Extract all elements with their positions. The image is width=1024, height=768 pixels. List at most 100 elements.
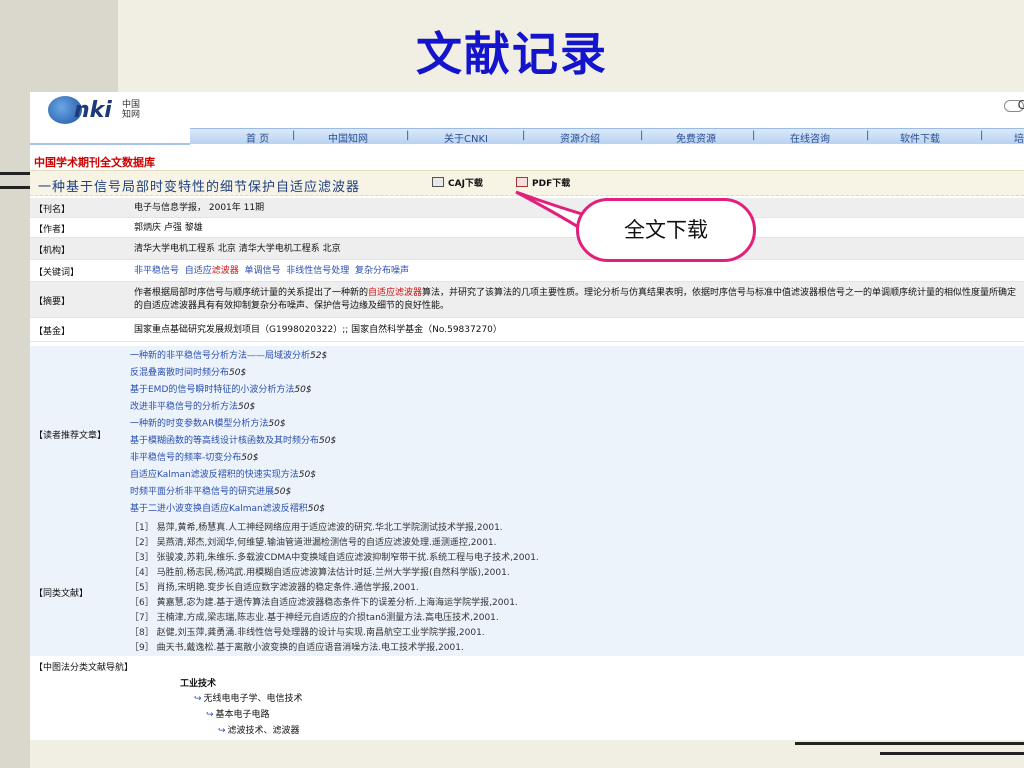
- branch-arrow-icon: ↪: [194, 694, 202, 704]
- nav-item-consult[interactable]: 在线咨询: [790, 130, 830, 145]
- fund-row: 【基金】 国家重点基础研究发展规划项目（G1998020322）;; 国家自然科…: [30, 318, 1024, 342]
- caj-download-label: CAJ下载: [448, 179, 483, 189]
- keyword-highlight[interactable]: 滤波器: [212, 266, 239, 276]
- recommended-title: 基于模糊函数的等高线设计核函数及其时频分布: [130, 436, 320, 446]
- recommended-item[interactable]: 反混叠离散时间时频分布50$: [130, 365, 246, 378]
- nav-item-free[interactable]: 免费资源: [676, 130, 716, 145]
- abstract-highlight: 自适应滤波器: [368, 288, 423, 298]
- similar-item[interactable]: ［8］ 赵健,刘玉萍,龚勇涌.非线性信号处理器的设计与实现.南昌航空工业学院学报…: [130, 625, 485, 638]
- nav-separator: |: [866, 130, 870, 141]
- journal-row: 【刊名】 电子与信息学报， 2001年 11期: [30, 198, 1024, 218]
- logo-cn-line: 中国: [122, 100, 141, 110]
- pdf-download-link[interactable]: PDF下载: [516, 176, 570, 189]
- cnki-logo-text: nki: [74, 98, 112, 123]
- branch-arrow-icon: ↪: [206, 710, 214, 720]
- recommended-title: 一种新的时变参数AR模型分析方法: [130, 419, 269, 429]
- background-line: [880, 752, 1024, 755]
- recommended-count: 50$: [319, 436, 337, 446]
- nav-item-cnki-china[interactable]: 中国知网: [328, 130, 368, 145]
- fund-label: 【基金】: [34, 327, 71, 337]
- similar-item[interactable]: ［6］ 黄嘉慧,宓为建.基于遗传算法自适应滤波器稳态条件下的误差分析.上海海运学…: [130, 595, 518, 608]
- journal-label: 【刊名】: [34, 205, 71, 215]
- fulltext-download-callout: 全文下载: [576, 198, 756, 268]
- keyword-link[interactable]: 单调信号: [245, 266, 281, 276]
- nav-item-download[interactable]: 软件下载: [900, 130, 940, 145]
- recommended-title: 改进非平稳信号的分析方法: [130, 402, 239, 412]
- recommended-item[interactable]: 改进非平稳信号的分析方法50$: [130, 399, 255, 412]
- nav-separator: |: [980, 130, 984, 141]
- class-level-3-label: 滤波技术、滤波器: [227, 726, 300, 736]
- background-line: [0, 172, 30, 175]
- nav-separator: |: [752, 130, 756, 141]
- recommended-item[interactable]: 基于EMD的信号瞬时特征的小波分析方法50$: [130, 382, 312, 395]
- class-root[interactable]: 工业技术: [180, 676, 216, 689]
- pdf-file-icon: [516, 177, 528, 187]
- cnki-screenshot: nki 中国 知网 C 首 页 | 中国知网 | 关于CNKI | 资源介绍 |…: [30, 92, 1024, 740]
- background-line: [0, 186, 30, 189]
- cnki-header: nki 中国 知网 C: [30, 92, 1024, 128]
- recommended-count: 50$: [268, 419, 286, 429]
- nav-separator: |: [406, 130, 410, 141]
- similar-item[interactable]: ［1］ 易萍,黄希,杨慧真.人工神经网络应用于适应滤波的研究.华北工学院测试技术…: [130, 520, 503, 533]
- keyword-link[interactable]: 非线性信号处理: [286, 266, 349, 276]
- keywords-label: 【关键词】: [34, 268, 80, 278]
- recommended-item[interactable]: 基于二进小波变换自适应Kalman滤波反褶积50$: [130, 501, 325, 514]
- recommended-item[interactable]: 基于模糊函数的等高线设计核函数及其时频分布50$: [130, 433, 336, 446]
- abstract-row: 【摘要】 作者根据局部时序信号与顺序统计量的关系提出了一种新的自适应滤波器算法，…: [30, 282, 1024, 318]
- recommended-item[interactable]: 自适应Kalman滤波反褶积的快速实现方法50$: [130, 467, 316, 480]
- keyword-link[interactable]: 非平稳信号: [134, 266, 179, 276]
- nav-separator: |: [292, 130, 296, 141]
- similar-item[interactable]: ［2］ 吴燕清,郑杰,刘润华,何维望.输油管道泄漏检测信号的自适应滤波处理.遥测…: [130, 535, 497, 548]
- recommended-count: 50$: [307, 504, 325, 514]
- keyword-link[interactable]: 复杂分布噪声: [355, 266, 409, 276]
- class-level-1[interactable]: ↪ 无线电电子学、电信技术: [194, 691, 303, 704]
- recommended-item[interactable]: 非平稳信号的频率-切变分布50$: [130, 450, 258, 463]
- keyword-link[interactable]: 自适应: [185, 266, 212, 276]
- recommended-title: 一种新的非平稳信号分析方法——局域波分析: [130, 351, 311, 361]
- recommended-title: 反混叠离散时间时频分布: [130, 368, 230, 378]
- abstract-label: 【摘要】: [34, 297, 71, 307]
- recommended-title: 基于二进小波变换自适应Kalman滤波反褶积: [130, 504, 308, 514]
- nav-item-about[interactable]: 关于CNKI: [444, 130, 488, 145]
- keywords-row: 【关键词】 非平稳信号 自适应滤波器 单调信号 非线性信号处理 复杂分布噪声: [30, 260, 1024, 282]
- recommended-item[interactable]: 时频平面分析非平稳信号的研究进展50$: [130, 484, 291, 497]
- recommended-count: 50$: [238, 402, 256, 412]
- logo-cn-line: 知网: [122, 110, 141, 120]
- branch-arrow-icon: ↪: [218, 726, 226, 736]
- recommended-title: 非平稳信号的频率-切变分布: [130, 453, 242, 463]
- recommended-item[interactable]: 一种新的时变参数AR模型分析方法50$: [130, 416, 286, 429]
- recommended-count: 50$: [229, 368, 247, 378]
- author-label: 【作者】: [34, 225, 71, 235]
- recommended-item[interactable]: 一种新的非平稳信号分析方法——局域波分析52$: [130, 348, 327, 361]
- recommended-count: 50$: [241, 453, 259, 463]
- class-level-2[interactable]: ↪ 基本电子电路: [206, 707, 270, 720]
- classification-section: 【中图法分类文献导航】 工业技术 ↪ 无线电电子学、电信技术 ↪ 基本电子电路 ↪ 滤…: [30, 656, 1024, 740]
- similar-item[interactable]: ［5］ 肖扬,宋明艳.变步长自适应数字滤波器的稳定条件.通信学报,2001.: [130, 580, 419, 593]
- paper-title-bar: 一种基于信号局部时变特性的细节保护自适应滤波器 CAJ下载 PDF下载: [30, 170, 1024, 196]
- caj-download-link[interactable]: CAJ下载: [432, 176, 483, 189]
- similar-item[interactable]: ［4］ 马胜前,杨志民,杨鸿武.用模糊自适应滤波算法估计时延.兰州大学学报(自然…: [130, 565, 510, 578]
- class-level-2-label: 基本电子电路: [215, 710, 270, 720]
- nav-item-resources[interactable]: 资源介绍: [560, 130, 600, 145]
- classification-label: 【中图法分类文献导航】: [34, 663, 134, 673]
- recommended-title: 自适应Kalman滤波反褶积的快速实现方法: [130, 470, 299, 480]
- recommended-label: 【读者推荐文章】: [34, 431, 107, 441]
- paper-title: 一种基于信号局部时变特性的细节保护自适应滤波器: [38, 180, 361, 195]
- recommended-title: 时频平面分析非平稳信号的研究进展: [130, 487, 275, 497]
- background-block: [0, 0, 30, 768]
- background-line: [795, 742, 1024, 745]
- nav-item-home[interactable]: 首 页: [246, 130, 269, 145]
- header-corner-char: C: [1017, 98, 1024, 112]
- class-level-1-label: 无线电电子学、电信技术: [203, 694, 303, 704]
- class-level-3[interactable]: ↪ 滤波技术、滤波器: [218, 723, 300, 736]
- cnki-logo-cn: 中国 知网: [122, 100, 140, 120]
- similar-item[interactable]: ［9］ 曲天书,戴逸松.基于离散小波变换的自适应语音消噪方法.电工技术学报,20…: [130, 640, 464, 653]
- org-label: 【机构】: [34, 246, 71, 256]
- similar-item[interactable]: ［3］ 张骏凌,苏莉,朱维乐.多载波CDMA中变换域自适应滤波抑制窄带干扰.系统…: [130, 550, 539, 563]
- nav-item-training[interactable]: 培: [1014, 130, 1024, 145]
- nav-separator: |: [640, 130, 644, 141]
- similar-item[interactable]: ［7］ 王楠津,方成,梁志瑞,陈志业.基于神经元自适应的介损tanδ测量方法.高…: [130, 610, 499, 623]
- slide-title: 文献记录: [416, 27, 608, 81]
- abstract-value: 作者根据局部时序信号与顺序统计量的关系提出了一种新的自适应滤波器算法，并研究了该…: [134, 287, 1020, 313]
- recommended-count: 52$: [310, 351, 328, 361]
